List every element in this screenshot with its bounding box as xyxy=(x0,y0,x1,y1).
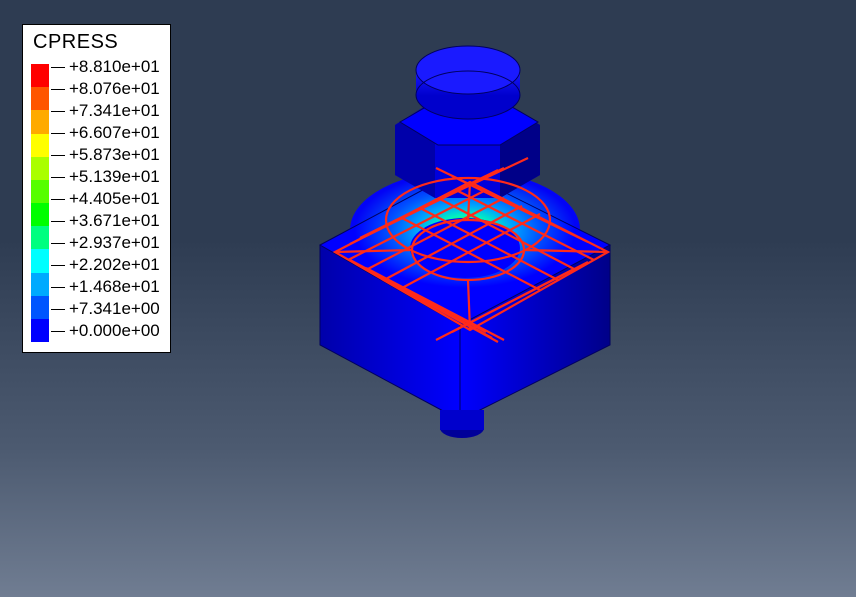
legend-tick-mark xyxy=(51,221,65,222)
legend-tick-mark xyxy=(51,67,65,68)
legend-tick-label: +0.000e+00 xyxy=(69,321,160,341)
legend-tick: +2.202e+01 xyxy=(51,254,160,276)
legend-tick-label: +6.607e+01 xyxy=(69,123,160,143)
legend-swatch xyxy=(31,180,49,203)
legend-tick-mark xyxy=(51,331,65,332)
legend-colorbar xyxy=(31,64,49,342)
legend-tick: +2.937e+01 xyxy=(51,232,160,254)
legend-tick-label: +5.873e+01 xyxy=(69,145,160,165)
legend-tick: +3.671e+01 xyxy=(51,210,160,232)
legend-tick: +8.076e+01 xyxy=(51,78,160,100)
legend-tick-label: +7.341e+00 xyxy=(69,299,160,319)
legend-tick: +7.341e+01 xyxy=(51,100,160,122)
legend-swatch xyxy=(31,134,49,157)
legend-tick: +6.607e+01 xyxy=(51,122,160,144)
bolt-head xyxy=(395,46,540,198)
legend-tick: +1.468e+01 xyxy=(51,276,160,298)
reference-mesh xyxy=(335,158,608,356)
legend-tick: +4.405e+01 xyxy=(51,188,160,210)
legend-swatch xyxy=(31,64,49,87)
legend-tick-mark xyxy=(51,111,65,112)
legend-swatch xyxy=(31,319,49,342)
legend-tick: +0.000e+00 xyxy=(51,320,160,342)
legend-swatch xyxy=(31,87,49,110)
legend-tick-label: +3.671e+01 xyxy=(69,211,160,231)
legend-tick-label: +8.810e+01 xyxy=(69,57,160,77)
legend-swatch xyxy=(31,203,49,226)
legend-tick: +7.341e+00 xyxy=(51,298,160,320)
legend-tick-label: +1.468e+01 xyxy=(69,277,160,297)
legend-tick-label: +5.139e+01 xyxy=(69,167,160,187)
legend-tick-mark xyxy=(51,133,65,134)
legend-swatch xyxy=(31,226,49,249)
legend-swatch xyxy=(31,157,49,180)
legend-tick-mark xyxy=(51,243,65,244)
legend-tick-label: +4.405e+01 xyxy=(69,189,160,209)
legend-tick-label: +2.937e+01 xyxy=(69,233,160,253)
legend-tick-mark xyxy=(51,155,65,156)
legend-tick-mark xyxy=(51,89,65,90)
legend-tick-label: +2.202e+01 xyxy=(69,255,160,275)
legend-swatch xyxy=(31,249,49,272)
bolt-shaft-lower xyxy=(440,410,484,438)
legend-tick-mark xyxy=(51,199,65,200)
legend-tick-label: +7.341e+01 xyxy=(69,101,160,121)
viewport[interactable]: CPRESS +8.810e+01+8.076e+01+7.341e+01+6.… xyxy=(0,0,856,597)
block xyxy=(320,170,610,420)
legend-tick-mark xyxy=(51,287,65,288)
legend-tick: +8.810e+01 xyxy=(51,56,160,78)
legend-title: CPRESS xyxy=(33,31,160,54)
legend-tick-mark xyxy=(51,309,65,310)
legend-swatch xyxy=(31,273,49,296)
legend-tick: +5.873e+01 xyxy=(51,144,160,166)
legend-swatch xyxy=(31,110,49,133)
legend-ticks: +8.810e+01+8.076e+01+7.341e+01+6.607e+01… xyxy=(51,56,160,342)
legend-tick-mark xyxy=(51,177,65,178)
legend-panel: CPRESS +8.810e+01+8.076e+01+7.341e+01+6.… xyxy=(22,24,171,353)
legend-swatch xyxy=(31,296,49,319)
legend-tick: +5.139e+01 xyxy=(51,166,160,188)
legend-tick-mark xyxy=(51,265,65,266)
legend-tick-label: +8.076e+01 xyxy=(69,79,160,99)
